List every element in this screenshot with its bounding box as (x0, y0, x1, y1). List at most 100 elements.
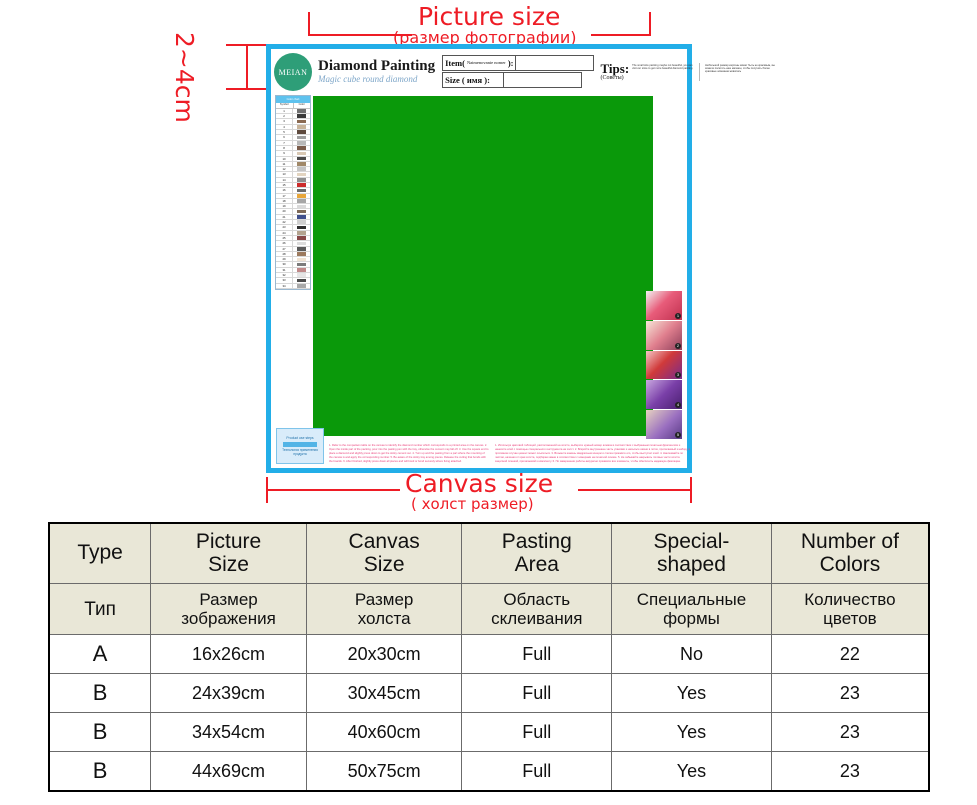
header-line: Размер (199, 590, 258, 610)
cell-pasting-area: Full (461, 673, 613, 714)
color-legend-symbol: 9 (276, 151, 293, 156)
header-type-ru: Тип (48, 583, 152, 636)
color-legend-swatch (293, 257, 310, 262)
header-line: Размер (354, 590, 414, 610)
tips-divider (699, 62, 701, 82)
instruction-photo-badge: 3 (675, 372, 681, 379)
cell-type: B (48, 712, 152, 753)
color-legend-swatch (293, 273, 310, 277)
color-legend-swatch (293, 246, 310, 251)
color-legend-swatch (293, 283, 310, 288)
header-special-shaped-en: Special-shaped (611, 522, 772, 585)
canvas-size-label-en: Canvas size (405, 469, 554, 498)
header-line: Количество (804, 590, 896, 610)
brand-subtitle: Magic cube round diamond (318, 73, 418, 84)
instructions-en: 1. Refer to the comparison table on the … (329, 444, 489, 464)
color-legend-symbol: 7 (276, 140, 293, 145)
item-field-label-ru: Naimenovanie nomer (466, 59, 506, 65)
tips-heading: Tips: (Советы) (600, 62, 629, 82)
color-legend-symbol: 21 (276, 214, 293, 220)
table-header: Type Picture Size Canvas Size Pasting Area … (48, 522, 930, 636)
picture-size-rule-line-left (308, 34, 412, 36)
color-legend-caption: Color chart (276, 96, 310, 103)
header-line: Специальные (636, 590, 747, 610)
color-legend-swatch (293, 262, 310, 267)
color-legend-swatch (293, 225, 310, 230)
item-field-label-close: ): (507, 58, 514, 68)
margin-label: 2~4cm (170, 32, 199, 123)
color-legend-symbol: 14 (276, 177, 293, 182)
color-legend-symbol: 33 (276, 278, 293, 283)
color-legend-swatch (293, 140, 310, 145)
color-legend-symbol: 2 (276, 114, 293, 119)
cell-type: A (48, 634, 152, 675)
sheet-fields: Item( Naimenovanie nomer ): Size ( имя )… (442, 55, 595, 89)
steps-bar (283, 441, 317, 447)
cell-number-of-colors: 22 (770, 634, 930, 675)
color-legend-swatch (293, 268, 310, 272)
color-legend-col-color: Color (298, 103, 305, 106)
color-legend-symbol: 34 (276, 283, 293, 288)
header-line: холста (357, 609, 411, 629)
header-line: Area (514, 552, 559, 576)
instruction-photo-badge: 1 (675, 312, 681, 319)
size-field-input[interactable] (504, 72, 583, 88)
cell-picture-size: 16x26cm (150, 634, 307, 675)
header-type-en: Type (48, 522, 152, 585)
table-row: B 44x69cm 50x75cm Full Yes 23 (48, 751, 930, 792)
color-legend-swatch (293, 188, 310, 193)
header-line: Область (503, 590, 571, 610)
color-legend-symbol: 16 (276, 188, 293, 193)
steps-subtitle: Технология применения продукта (282, 447, 318, 456)
header-line: shaped (657, 552, 726, 576)
cell-number-of-colors: 23 (770, 673, 930, 714)
color-legend-swatch (293, 156, 310, 161)
color-legend-rows: 1 2 3 4 5 6 7 8 9 10 11 12 13 14 15 16 17 18 19 20 21 22 23 24 2… (276, 108, 310, 289)
cell-picture-size: 34x54cm (150, 712, 307, 753)
brand-block: Diamond Painting Magic cube round diamon… (318, 58, 436, 85)
cell-special-shaped: Yes (611, 712, 772, 753)
brand-title: Diamond Painting (318, 58, 436, 75)
color-legend-symbol: 1 (276, 108, 293, 114)
color-legend-symbol: 13 (276, 172, 293, 177)
color-legend-swatch (293, 278, 310, 283)
color-legend-swatch (293, 183, 310, 187)
color-legend-swatch (293, 215, 310, 219)
color-legend-swatch (293, 135, 310, 140)
canvas-size-tick-right (690, 477, 692, 503)
header-line: Canvas (348, 530, 420, 553)
color-legend-swatch (293, 151, 310, 156)
canvas-size-rule-line-left (266, 489, 400, 491)
instruction-photo-badge: 4 (675, 402, 681, 409)
cell-special-shaped: Yes (611, 673, 772, 714)
color-legend-swatch (293, 125, 310, 129)
color-legend-swatch (293, 109, 310, 113)
header-line: Pasting (501, 530, 572, 553)
item-field-input[interactable] (516, 55, 595, 71)
product-spec-infographic: Picture size (размер фотографии) 2~4cm M… (0, 0, 977, 805)
color-legend-symbol: 32 (276, 273, 293, 278)
color-legend-symbol: 11 (276, 161, 293, 167)
cell-type: B (48, 673, 152, 714)
color-legend-symbol: 4 (276, 124, 293, 130)
color-legend-swatch (293, 193, 310, 198)
size-field-row: Size ( имя ): (442, 72, 594, 88)
header-line: Number of (800, 530, 899, 553)
sheet-header: MEIAN Diamond Painting Magic cube round … (271, 49, 775, 95)
color-legend-col-symbol: Symbol (276, 103, 294, 108)
item-field-label: Item( Naimenovanie nomer ): (442, 55, 517, 71)
color-legend-swatch (293, 199, 310, 203)
cell-canvas-size: 20x30cm (305, 634, 463, 675)
color-legend-swatch (293, 231, 310, 235)
steps-title: Product use steps (286, 435, 314, 440)
color-legend-symbol: 18 (276, 198, 293, 204)
color-legend-swatch (293, 172, 310, 177)
color-legend-swatch (293, 114, 310, 119)
size-field-label: Size ( имя ): (442, 72, 505, 88)
picture-size-tick-right (649, 12, 651, 36)
picture-size-tick-left (308, 12, 310, 36)
color-legend-swatch (293, 204, 310, 209)
instruction-photo-badge: 5 (675, 431, 681, 438)
cell-pasting-area: Full (461, 751, 613, 792)
cell-number-of-colors: 23 (770, 751, 930, 792)
